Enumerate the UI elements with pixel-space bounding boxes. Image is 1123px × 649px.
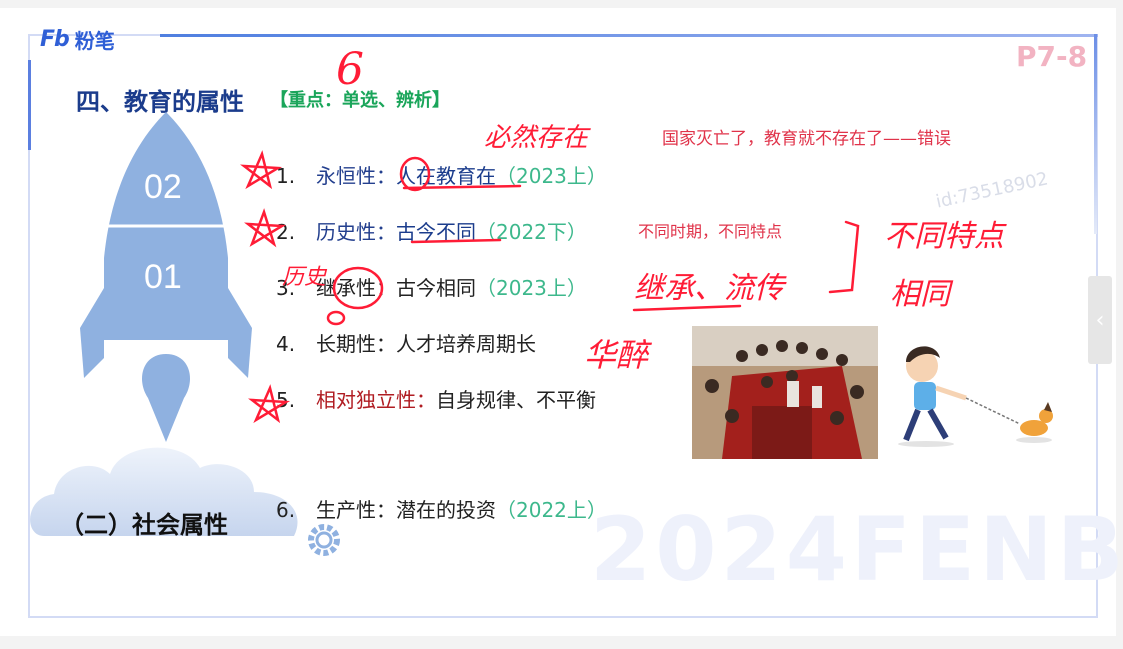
- side-collapse-button[interactable]: ‹: [1088, 276, 1112, 364]
- rocket-upper-label: 02: [144, 168, 182, 206]
- logo: Fb 粉笔: [40, 24, 115, 54]
- section-label: （二）社会属性: [60, 511, 228, 539]
- item-value: 人才培养周期长: [396, 332, 536, 356]
- item-year: （2023上）: [496, 164, 607, 188]
- item-number: 5.: [276, 388, 296, 412]
- list-item-relative-independence: 5. 相对独立性：自身规律、不平衡: [276, 384, 596, 413]
- crowded-train-photo: [692, 326, 878, 459]
- boy-walking-dog-illustration: [898, 346, 1053, 447]
- list-item-history: 2. 历史性：古今不同（2022下）: [276, 216, 587, 245]
- item-value: 自身规律、不平衡: [436, 388, 596, 412]
- list-item-permanence: 1. 永恒性：人在教育在（2023上）: [276, 160, 607, 189]
- item-number: 4.: [276, 332, 296, 356]
- logo-text: 粉笔: [74, 28, 115, 53]
- watermark: 2024FENBI: [590, 498, 1123, 601]
- item-number: 1.: [276, 164, 296, 188]
- section-tag: 【重点：单选、辨析】: [270, 90, 450, 111]
- rocket-fin-left: [80, 288, 104, 378]
- item-year: （2023上）: [476, 276, 587, 300]
- item-name: 长期性：: [316, 332, 396, 356]
- item-number: 2.: [276, 220, 296, 244]
- item-name: 相对独立性：: [316, 388, 436, 412]
- item-year: （2022上）: [496, 498, 607, 522]
- item-year: （2022下）: [476, 220, 587, 244]
- list-item-inheritance: 3. 继承性：古今相同（2023上）: [276, 272, 587, 301]
- item-name: 继承性：: [316, 276, 396, 300]
- item-value: 古今相同: [396, 276, 476, 300]
- cloud-shape: [30, 447, 298, 536]
- item-number: 3.: [276, 276, 296, 300]
- rocket-lower-label: 01: [144, 258, 182, 296]
- item-value: 潜在的投资: [396, 498, 496, 522]
- logo-mark: Fb: [40, 26, 70, 52]
- item-name: 历史性：: [316, 220, 396, 244]
- gear-icon: [308, 524, 340, 556]
- note-top: 国家灭亡了，教育就不存在了——错误: [662, 129, 951, 149]
- item-name: 生产性：: [316, 498, 396, 522]
- rocket-fin-right: [228, 288, 252, 378]
- frame-left-accent: [28, 60, 31, 150]
- note-history: 不同时期，不同特点: [638, 222, 783, 241]
- page-number: P7-8: [1016, 40, 1088, 73]
- frame-right-accent: [1094, 34, 1097, 234]
- item-name: 永恒性：: [316, 164, 396, 188]
- list-item-long-term: 4. 长期性：人才培养周期长: [276, 328, 536, 357]
- rocket-flame: [142, 354, 190, 442]
- frame-top-accent: [160, 34, 1098, 37]
- item-value: 古今不同: [396, 220, 476, 244]
- item-value: 人在教育在: [396, 164, 496, 188]
- list-item-productivity: 6. 生产性：潜在的投资（2022上）: [276, 494, 607, 523]
- item-number: 6.: [276, 498, 296, 522]
